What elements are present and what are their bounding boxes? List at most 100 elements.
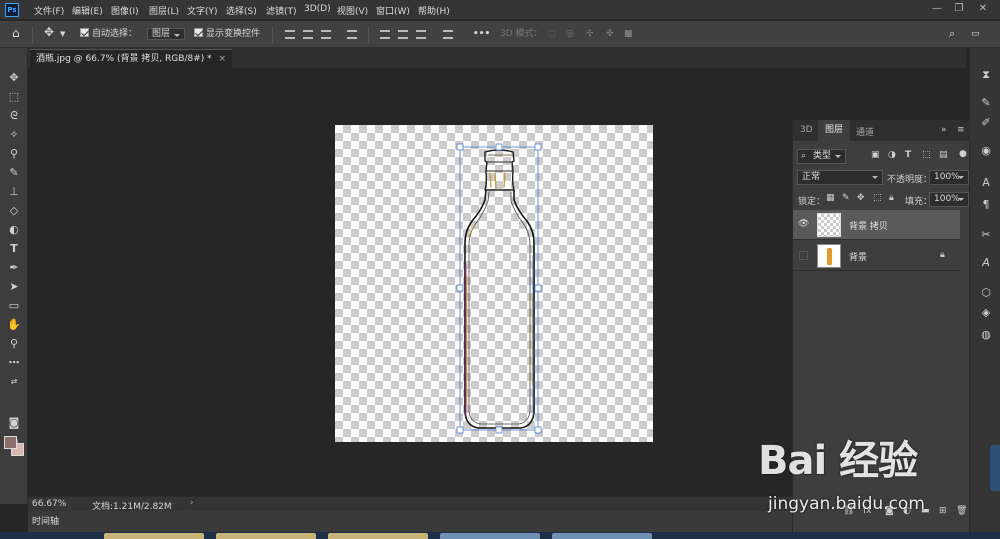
- taskbar-item[interactable]: [328, 533, 428, 539]
- filter-kind-dropdown[interactable]: ⌕ 类型: [797, 149, 847, 164]
- layer-row-background[interactable]: 背景 🔒︎: [793, 241, 960, 271]
- lock-transparent-icon[interactable]: ▦: [826, 193, 835, 203]
- tab-layers[interactable]: 图层: [818, 120, 851, 141]
- layer-name[interactable]: 背景: [849, 250, 867, 263]
- distribute-h-icon[interactable]: [443, 30, 453, 39]
- visibility-eye-icon[interactable]: 👁︎: [798, 219, 809, 230]
- filter-smart-icon[interactable]: ▤: [939, 150, 948, 160]
- auto-select-dropdown[interactable]: 图层: [147, 28, 186, 40]
- lock-image-icon[interactable]: ✎: [842, 193, 850, 203]
- panel-menu-icon[interactable]: ≡: [957, 125, 965, 135]
- paragraph-icon[interactable]: ¶: [978, 198, 994, 212]
- opacity-input[interactable]: 100%: [929, 170, 969, 185]
- status-menu-arrow[interactable]: ›: [190, 498, 194, 508]
- zoom-tool-icon[interactable]: ⚲: [5, 336, 23, 352]
- photoshop-logo[interactable]: Ps: [5, 3, 19, 17]
- character-icon[interactable]: A: [978, 176, 994, 190]
- restore-button[interactable]: ❐: [950, 2, 968, 16]
- new-group-icon[interactable]: ▬: [921, 506, 930, 516]
- marquee-tool-icon[interactable]: ⬚: [5, 89, 23, 105]
- collapse-icon[interactable]: »: [941, 125, 947, 135]
- brush-settings-icon[interactable]: ✎: [978, 96, 994, 110]
- layers-panel-icon[interactable]: ◈: [978, 306, 994, 320]
- path-select-icon[interactable]: ➤: [5, 279, 23, 295]
- magic-wand-icon[interactable]: ✧: [5, 127, 23, 143]
- lock-position-icon[interactable]: ✥: [857, 193, 865, 203]
- distribute-icon[interactable]: [347, 30, 357, 39]
- edit-toolbar-icon[interactable]: ⋯: [5, 355, 23, 371]
- chevron-down-icon[interactable]: ▼: [60, 27, 65, 42]
- document-tab[interactable]: 酒瓶.jpg @ 66.7% (背景 拷贝, RGB/8#) * ×: [30, 49, 233, 68]
- filter-shape-icon[interactable]: ⬚: [922, 150, 931, 160]
- quick-mask-icon[interactable]: ◙: [5, 415, 23, 431]
- color-icon[interactable]: ◉: [978, 144, 994, 158]
- 3d-scale-icon[interactable]: ■: [624, 27, 633, 42]
- layer-name[interactable]: 背景 拷贝: [849, 219, 888, 232]
- pen-tool-icon[interactable]: ✒: [5, 260, 23, 276]
- history-icon[interactable]: ⧗: [978, 68, 994, 82]
- delete-layer-icon[interactable]: 🗑︎: [956, 506, 967, 516]
- close-tab-icon[interactable]: ×: [219, 54, 227, 64]
- layer-style-icon[interactable]: fx: [863, 506, 872, 516]
- swap-colors-icon[interactable]: ⇄: [5, 374, 23, 390]
- new-layer-icon[interactable]: ⊞: [939, 506, 947, 516]
- menu-help[interactable]: 帮助(H): [418, 4, 450, 17]
- menu-type[interactable]: 文字(Y): [187, 4, 218, 17]
- eyedropper-icon[interactable]: ⚲: [5, 146, 23, 162]
- lasso-tool-icon[interactable]: ᘓ: [5, 108, 23, 124]
- minimize-button[interactable]: —: [928, 2, 946, 16]
- visibility-off-icon[interactable]: [799, 251, 808, 260]
- eraser-tool-icon[interactable]: ◇: [5, 203, 23, 219]
- more-options-button[interactable]: •••: [473, 27, 490, 42]
- layer-row-background-copy[interactable]: 👁︎ 背景 拷贝: [793, 210, 960, 240]
- tools-preset-icon[interactable]: ✂: [978, 228, 994, 242]
- menu-image[interactable]: 图像(I): [111, 4, 139, 17]
- align-hcenter-icon[interactable]: [398, 30, 408, 39]
- tab-3d[interactable]: 3D: [800, 125, 813, 135]
- align-vcenter-icon[interactable]: [303, 30, 313, 39]
- side-widget[interactable]: [990, 445, 1000, 491]
- brush-tool-icon[interactable]: ✎: [5, 165, 23, 181]
- menu-3d[interactable]: 3D(D): [304, 4, 331, 14]
- filter-type-icon[interactable]: T: [905, 150, 911, 160]
- hand-tool-icon[interactable]: ✋: [5, 317, 23, 333]
- taskbar-item[interactable]: [216, 533, 316, 539]
- search-icon[interactable]: ⌕: [949, 26, 955, 41]
- filter-toggle-icon[interactable]: ●: [959, 149, 967, 159]
- 3d-orbit-icon[interactable]: ◌: [548, 27, 556, 42]
- filter-adjust-icon[interactable]: ◑: [888, 150, 896, 160]
- link-layers-icon[interactable]: ⛓: [843, 506, 854, 516]
- document-canvas[interactable]: [335, 125, 653, 442]
- channels-panel-icon[interactable]: ◍: [978, 328, 994, 342]
- lock-all-icon[interactable]: 🔒︎: [889, 193, 894, 203]
- menu-edit[interactable]: 编辑(E): [72, 4, 103, 17]
- auto-select-checkbox[interactable]: 自动选择：: [80, 27, 137, 42]
- menu-window[interactable]: 窗口(W): [376, 4, 410, 17]
- taskbar-item[interactable]: [440, 533, 540, 539]
- tab-channels[interactable]: 通道: [856, 125, 874, 138]
- filter-pixel-icon[interactable]: ▣: [871, 150, 880, 160]
- align-right-icon[interactable]: [416, 30, 426, 39]
- home-icon[interactable]: ⌂: [12, 26, 20, 41]
- menu-filter[interactable]: 滤镜(T): [266, 4, 297, 17]
- blend-mode-dropdown[interactable]: 正常: [797, 170, 883, 185]
- foreground-color-swatch[interactable]: [4, 436, 17, 449]
- close-window-button[interactable]: ✕: [974, 2, 992, 16]
- 3d-panel-icon[interactable]: ⬡: [978, 286, 994, 300]
- workspace-icon[interactable]: ▭: [971, 27, 980, 42]
- fill-input[interactable]: 100%: [929, 192, 969, 207]
- timeline-tab[interactable]: 时间轴: [32, 514, 59, 527]
- align-top-icon[interactable]: [285, 30, 295, 39]
- stamp-tool-icon[interactable]: ⊥: [5, 184, 23, 200]
- align-bottom-icon[interactable]: [321, 30, 331, 39]
- menu-select[interactable]: 选择(S): [226, 4, 257, 17]
- rectangle-tool-icon[interactable]: ▭: [5, 298, 23, 314]
- taskbar-item[interactable]: [552, 533, 652, 539]
- 3d-roll-icon[interactable]: ◎: [566, 27, 574, 42]
- move-tool-icon[interactable]: ✥: [5, 70, 23, 86]
- lock-artboard-icon[interactable]: ⬚: [873, 193, 882, 203]
- zoom-level[interactable]: 66.67%: [32, 499, 66, 509]
- taskbar-item[interactable]: [104, 533, 204, 539]
- 3d-pan-icon[interactable]: ✣: [586, 27, 594, 42]
- type-tool-icon[interactable]: T: [5, 241, 23, 257]
